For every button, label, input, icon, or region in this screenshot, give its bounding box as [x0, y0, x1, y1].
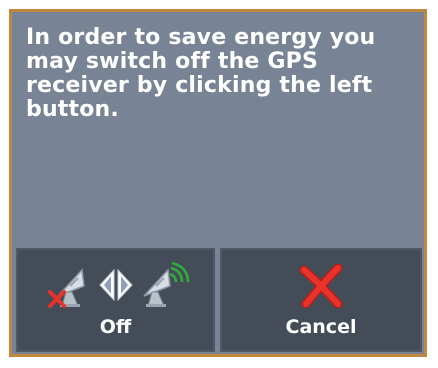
gps-dialog: In order to save energy you may switch o…: [9, 9, 427, 357]
off-button-icons: [18, 262, 213, 308]
off-button-label: Off: [99, 316, 132, 338]
toggle-arrows-icon: [99, 268, 133, 302]
off-button[interactable]: Off: [16, 248, 215, 352]
gps-off-icon: [48, 268, 85, 308]
close-icon: [299, 264, 343, 308]
dialog-message: In order to save energy you may switch o…: [26, 25, 376, 122]
cancel-button[interactable]: Cancel: [220, 248, 422, 352]
cancel-button-icons: [222, 262, 420, 308]
cancel-button-label: Cancel: [285, 316, 357, 338]
gps-on-icon: [143, 262, 190, 307]
